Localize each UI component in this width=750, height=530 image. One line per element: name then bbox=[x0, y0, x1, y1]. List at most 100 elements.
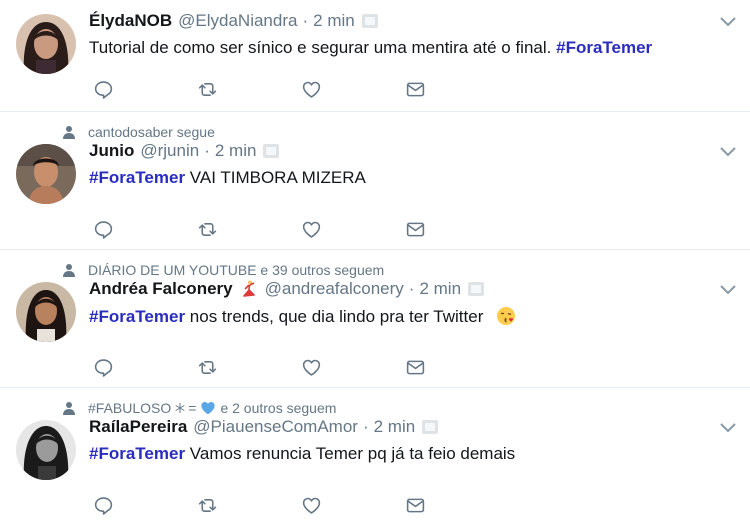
source-icon bbox=[468, 282, 485, 296]
reply-button[interactable] bbox=[93, 494, 197, 516]
tweet-text: #ForaTemer VAI TIMBORA MIZERA bbox=[89, 168, 366, 188]
heart-icon bbox=[201, 402, 216, 415]
retweet-icon bbox=[198, 360, 217, 374]
tweet-text-body: Tutorial de como ser sínico e segurar um… bbox=[89, 38, 552, 57]
chevron-down-icon[interactable] bbox=[720, 423, 736, 433]
dm-button[interactable] bbox=[405, 356, 509, 378]
dm-button[interactable] bbox=[405, 218, 509, 240]
like-icon bbox=[302, 359, 321, 376]
separator: · bbox=[302, 11, 309, 30]
avatar[interactable] bbox=[16, 420, 76, 480]
handle[interactable]: @ElydaNiandra bbox=[178, 11, 297, 31]
retweet-button[interactable] bbox=[197, 356, 301, 378]
reply-icon bbox=[94, 80, 113, 99]
dm-button[interactable] bbox=[405, 494, 509, 516]
tweet[interactable]: #FABULOSO = e 2 outros seguem RaílaPerei… bbox=[0, 388, 750, 526]
social-context: DIÁRIO DE UM YOUTUBE e 39 outros seguem bbox=[62, 262, 384, 278]
retweet-icon bbox=[198, 498, 217, 512]
dm-button[interactable] bbox=[405, 78, 509, 100]
tweet-header: Junio @rjunin · 2 min bbox=[89, 141, 280, 161]
reply-button[interactable] bbox=[93, 356, 197, 378]
timestamp[interactable]: 2 min bbox=[374, 417, 416, 437]
retweet-icon bbox=[198, 222, 217, 236]
retweet-button[interactable] bbox=[197, 218, 301, 240]
chevron-down-icon[interactable] bbox=[720, 147, 736, 157]
person-icon bbox=[63, 264, 75, 277]
kiss-emoji bbox=[497, 307, 516, 325]
snowflake-icon bbox=[175, 403, 185, 413]
source-icon bbox=[263, 144, 280, 158]
tweet[interactable]: DIÁRIO DE UM YOUTUBE e 39 outros seguem … bbox=[0, 250, 750, 388]
tweet-actions bbox=[93, 356, 509, 378]
tweet-header: ÉlydaNOB @ElydaNiandra · 2 min bbox=[89, 11, 378, 31]
handle[interactable]: @PiauenseComAmor bbox=[193, 417, 358, 437]
reply-icon bbox=[94, 220, 113, 239]
tweet-text-body: nos trends, que dia lindo pra ter Twitte… bbox=[189, 307, 484, 326]
chevron-down-icon[interactable] bbox=[720, 17, 736, 27]
like-button[interactable] bbox=[301, 494, 405, 516]
dm-icon bbox=[406, 360, 425, 374]
like-button[interactable] bbox=[301, 218, 405, 240]
display-name[interactable]: Andréa Falconery bbox=[89, 279, 233, 299]
hashtag-link[interactable]: #ForaTemer bbox=[89, 444, 185, 463]
retweet-icon bbox=[198, 82, 217, 96]
chevron-down-icon[interactable] bbox=[720, 285, 736, 295]
like-icon bbox=[302, 81, 321, 98]
dancer-emoji bbox=[242, 280, 255, 297]
display-name[interactable]: Junio bbox=[89, 141, 134, 161]
person-icon bbox=[63, 402, 75, 415]
tweet-text: #ForaTemer nos trends, que dia lindo pra… bbox=[89, 306, 516, 327]
avatar[interactable] bbox=[16, 14, 76, 74]
tweet[interactable]: ÉlydaNOB @ElydaNiandra · 2 min Tutorial … bbox=[0, 0, 750, 112]
tweet-actions bbox=[93, 218, 509, 240]
handle[interactable]: @andreafalconery bbox=[265, 279, 404, 299]
tweet-text-body: Vamos renuncia Temer pq já ta feio demai… bbox=[189, 444, 516, 463]
retweet-button[interactable] bbox=[197, 78, 301, 100]
social-context-text[interactable]: e 2 outros seguem bbox=[220, 400, 336, 416]
retweet-button[interactable] bbox=[197, 494, 301, 516]
hashtag-link[interactable]: #ForaTemer bbox=[89, 307, 185, 326]
timeline: ÉlydaNOB @ElydaNiandra · 2 min Tutorial … bbox=[0, 0, 750, 526]
timestamp[interactable]: 2 min bbox=[419, 279, 461, 299]
like-icon bbox=[302, 497, 321, 514]
source-icon bbox=[422, 420, 439, 434]
social-context: cantodosaber segue bbox=[62, 124, 215, 140]
social-context-equals: = bbox=[188, 400, 197, 416]
reply-button[interactable] bbox=[93, 78, 197, 100]
like-icon bbox=[302, 221, 321, 238]
hashtag-link[interactable]: #ForaTemer bbox=[89, 168, 185, 187]
like-button[interactable] bbox=[301, 356, 405, 378]
separator: · bbox=[204, 141, 210, 160]
social-context: #FABULOSO = e 2 outros seguem bbox=[62, 400, 336, 416]
tweet-header: Andréa Falconery @andreafalconery · 2 mi… bbox=[89, 279, 485, 299]
tweet-header: RaílaPereira @PiauenseComAmor · 2 min bbox=[89, 417, 439, 437]
avatar[interactable] bbox=[16, 282, 76, 342]
dm-icon bbox=[406, 498, 425, 512]
avatar[interactable] bbox=[16, 144, 76, 204]
display-name[interactable]: ÉlydaNOB bbox=[89, 11, 172, 31]
separator: · bbox=[362, 417, 369, 436]
dm-icon bbox=[406, 222, 425, 236]
person-icon bbox=[63, 126, 75, 139]
like-button[interactable] bbox=[301, 78, 405, 100]
social-context-text[interactable]: cantodosaber segue bbox=[88, 124, 215, 140]
tweet-text-body: VAI TIMBORA MIZERA bbox=[189, 168, 366, 187]
tweet-text: Tutorial de como ser sínico e segurar um… bbox=[89, 38, 652, 58]
social-context-text[interactable]: DIÁRIO DE UM YOUTUBE e 39 outros seguem bbox=[88, 262, 384, 278]
dm-icon bbox=[406, 82, 425, 96]
tweet-actions bbox=[93, 78, 509, 100]
tweet[interactable]: cantodosaber segue Junio @rjunin · 2 min… bbox=[0, 112, 750, 250]
reply-icon bbox=[94, 358, 113, 377]
timestamp[interactable]: 2 min bbox=[215, 141, 257, 161]
tweet-text: #ForaTemer Vamos renuncia Temer pq já ta… bbox=[89, 444, 515, 464]
hashtag-link[interactable]: #ForaTemer bbox=[556, 38, 652, 57]
reply-icon bbox=[94, 496, 113, 515]
reply-button[interactable] bbox=[93, 218, 197, 240]
source-icon bbox=[361, 14, 378, 28]
separator: · bbox=[408, 279, 415, 298]
social-context-name[interactable]: #FABULOSO bbox=[88, 400, 171, 416]
timestamp[interactable]: 2 min bbox=[313, 11, 355, 31]
handle[interactable]: @rjunin bbox=[140, 141, 199, 161]
tweet-actions bbox=[93, 494, 509, 516]
display-name[interactable]: RaílaPereira bbox=[89, 417, 187, 437]
